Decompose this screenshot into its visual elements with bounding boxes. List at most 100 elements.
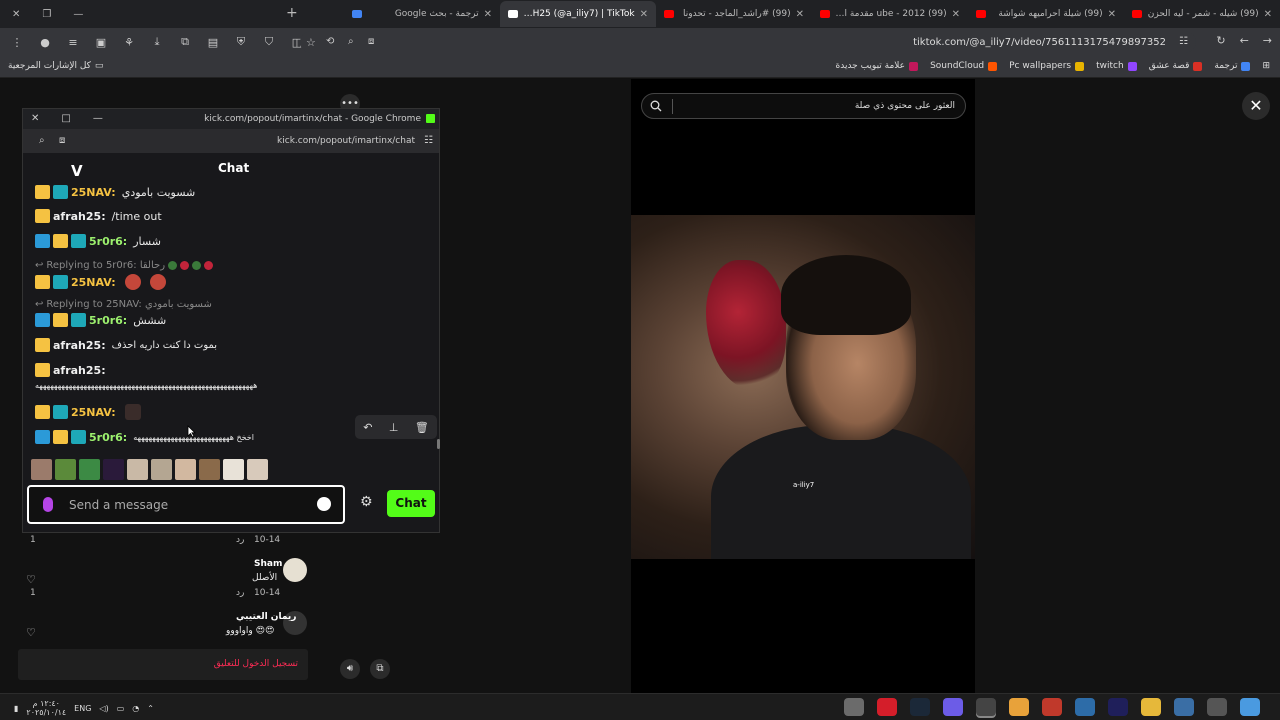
chat-message[interactable]: 5r0r6: شسار — [35, 234, 161, 248]
zoom-icon[interactable]: ⌕ — [39, 135, 45, 146]
browser-tab[interactable]: ube - 2012 (99) مقدمة امولة✕ — [812, 1, 968, 27]
extension-icon[interactable]: ⚘ — [122, 36, 136, 49]
star-icon[interactable]: ☆ — [306, 36, 316, 49]
tab-search-icon[interactable]: ▣ — [94, 36, 108, 49]
back-icon[interactable]: ← — [1240, 34, 1249, 47]
address-bar[interactable]: ☆ ⟲ ⌕ ⧈ tiktok.com/@a_iliy7/video/756111… — [300, 31, 1196, 53]
pip-icon[interactable]: ⧉ — [370, 659, 390, 679]
cast-icon[interactable]: ⧈ — [59, 135, 65, 146]
bookmark-item[interactable]: twitch — [1096, 61, 1137, 71]
chat-username[interactable]: afrah25: — [53, 339, 106, 352]
app-icon[interactable] — [844, 698, 864, 716]
heart-icon[interactable]: ♡ — [26, 573, 36, 586]
app-icon[interactable] — [1075, 698, 1095, 716]
site-info-icon[interactable]: ☷ — [424, 135, 433, 146]
steam-icon[interactable] — [910, 698, 930, 716]
emote-icon[interactable] — [55, 459, 76, 480]
mic-icon[interactable] — [43, 497, 53, 512]
reply-context[interactable]: ↩ Replying to 5r0r6: رحالقا — [35, 260, 214, 271]
chat-username[interactable]: 5r0r6: — [89, 431, 127, 444]
app-icon[interactable] — [1207, 698, 1227, 716]
chat-message[interactable]: afrah25: /time out — [35, 209, 162, 223]
volume-icon[interactable]: 🔊︎ — [340, 659, 360, 679]
chat-message[interactable]: afrah25: — [35, 363, 106, 377]
chat-message[interactable]: 25NAV: شسويت بامودي — [35, 185, 195, 199]
volume-icon[interactable]: ◁) — [99, 704, 108, 713]
adblock-icon[interactable]: ⛉ — [262, 35, 276, 49]
emote-icon[interactable] — [103, 459, 124, 480]
delete-icon[interactable]: 🗑︎ — [415, 421, 429, 434]
app-icon[interactable] — [943, 698, 963, 716]
language-indicator[interactable]: ENG — [74, 704, 91, 713]
minimize-icon[interactable]: — — [93, 113, 103, 124]
chat-username[interactable]: 5r0r6: — [89, 235, 127, 248]
cat-emote-icon[interactable] — [247, 459, 268, 480]
cast-icon[interactable]: ⧈ — [368, 36, 374, 47]
after-effects-icon[interactable] — [1108, 698, 1128, 716]
close-tab-icon[interactable]: ✕ — [484, 9, 492, 20]
emote-icon[interactable] — [151, 459, 172, 480]
scrollbar[interactable] — [437, 439, 440, 449]
browser-tab[interactable]: (99) #راشد_الماجد - تحدونا ✕ — [656, 1, 812, 27]
bookmark-item[interactable]: Pc wallpapers — [1009, 61, 1085, 71]
chrome-icon[interactable] — [1009, 698, 1029, 716]
bookmark-item[interactable]: SoundCloud — [930, 61, 998, 71]
chat-username[interactable]: afrah25: — [53, 364, 106, 377]
gear-icon[interactable]: ⚙ — [360, 494, 373, 510]
browser-tab[interactable]: ترجمة - بحث Google ✕ — [344, 1, 500, 27]
avatar[interactable] — [283, 558, 307, 582]
emote-icon[interactable] — [199, 459, 220, 480]
emote-icon[interactable] — [31, 459, 52, 480]
comment-username[interactable]: ريمان العتيبي — [236, 612, 296, 622]
send-chat-button[interactable]: Chat — [387, 490, 435, 517]
close-tab-icon[interactable]: ✕ — [1108, 9, 1116, 20]
site-info-icon[interactable]: ☷ — [1179, 36, 1188, 47]
puzzle-icon[interactable]: ⧉ — [178, 35, 192, 49]
reply-context[interactable]: ↩ Replying to 25NAV: شسويت بامودي — [35, 299, 212, 310]
close-window-icon[interactable]: ✕ — [12, 9, 20, 20]
chat-input-box[interactable] — [27, 485, 345, 524]
emote-icon[interactable] — [127, 459, 148, 480]
clock[interactable]: ١٢:٤٠ م ٢٠٢٥/١٠/١٤ — [26, 699, 66, 717]
app-icon[interactable] — [1042, 698, 1062, 716]
close-window-icon[interactable]: ✕ — [31, 113, 39, 124]
heart-icon[interactable]: ♡ — [26, 626, 36, 639]
close-tab-icon[interactable]: ✕ — [952, 9, 960, 20]
bookmark-item[interactable]: قصة عشق — [1149, 61, 1203, 71]
start-icon[interactable] — [1240, 698, 1260, 716]
translate-icon[interactable]: ▤ — [206, 36, 220, 49]
all-bookmarks[interactable]: ▭ كل الإشارات المرجعية — [8, 61, 103, 71]
store-icon[interactable] — [1174, 698, 1194, 716]
new-tab-icon[interactable]: + — [286, 5, 298, 21]
notification-icon[interactable]: ▮ — [14, 704, 18, 713]
browser-tab[interactable]: (99) شيلة احراميهه شواشة ✕ — [968, 1, 1124, 27]
battery-icon[interactable]: ◔ — [132, 704, 139, 713]
network-icon[interactable]: ▭ — [117, 704, 125, 713]
close-tab-icon[interactable]: ✕ — [640, 9, 648, 20]
video-player[interactable]: a-iliy7 — [631, 79, 975, 693]
chat-username[interactable]: 25NAV: — [71, 276, 116, 289]
reply-icon[interactable]: ↶ — [363, 421, 372, 434]
comment-reply-link[interactable]: رد — [236, 588, 244, 598]
cat-emote-icon[interactable] — [223, 459, 244, 480]
zoom-icon[interactable]: ⌕ — [348, 36, 354, 47]
bookmark-item[interactable]: علامة تبويب جديدة — [836, 61, 919, 71]
maximize-icon[interactable]: ❐ — [42, 9, 51, 20]
chevron-up-icon[interactable]: ⌃ — [147, 704, 154, 713]
close-video-button[interactable]: ✕ — [1242, 92, 1270, 120]
app-icon-active[interactable] — [976, 698, 996, 716]
chat-username[interactable]: 5r0r6: — [89, 314, 127, 327]
emote-icon[interactable] — [175, 459, 196, 480]
related-search-input[interactable]: العثور على محتوى ذي صلة — [641, 93, 966, 119]
chat-username[interactable]: 25NAV: — [71, 186, 116, 199]
browser-tab[interactable]: (99) شيله - شمر - ليه الحزن ✕ — [1124, 1, 1280, 27]
browser-tab-active[interactable]: AFRAH25 (@a_iliy7) | TikTok✕ — [500, 1, 656, 27]
pin-icon[interactable]: ⊥ — [389, 421, 399, 434]
download-icon[interactable]: ⤓ — [150, 35, 164, 49]
chat-message[interactable]: 5r0r6: ششش — [35, 313, 166, 327]
apps-icon[interactable]: ⊞ — [1262, 61, 1270, 71]
minimize-icon[interactable]: — — [73, 9, 83, 20]
file-explorer-icon[interactable] — [1141, 698, 1161, 716]
shield-icon[interactable]: ⛨ — [234, 35, 248, 49]
login-to-comment-bar[interactable]: تسجيل الدخول للتعليق — [18, 649, 308, 680]
